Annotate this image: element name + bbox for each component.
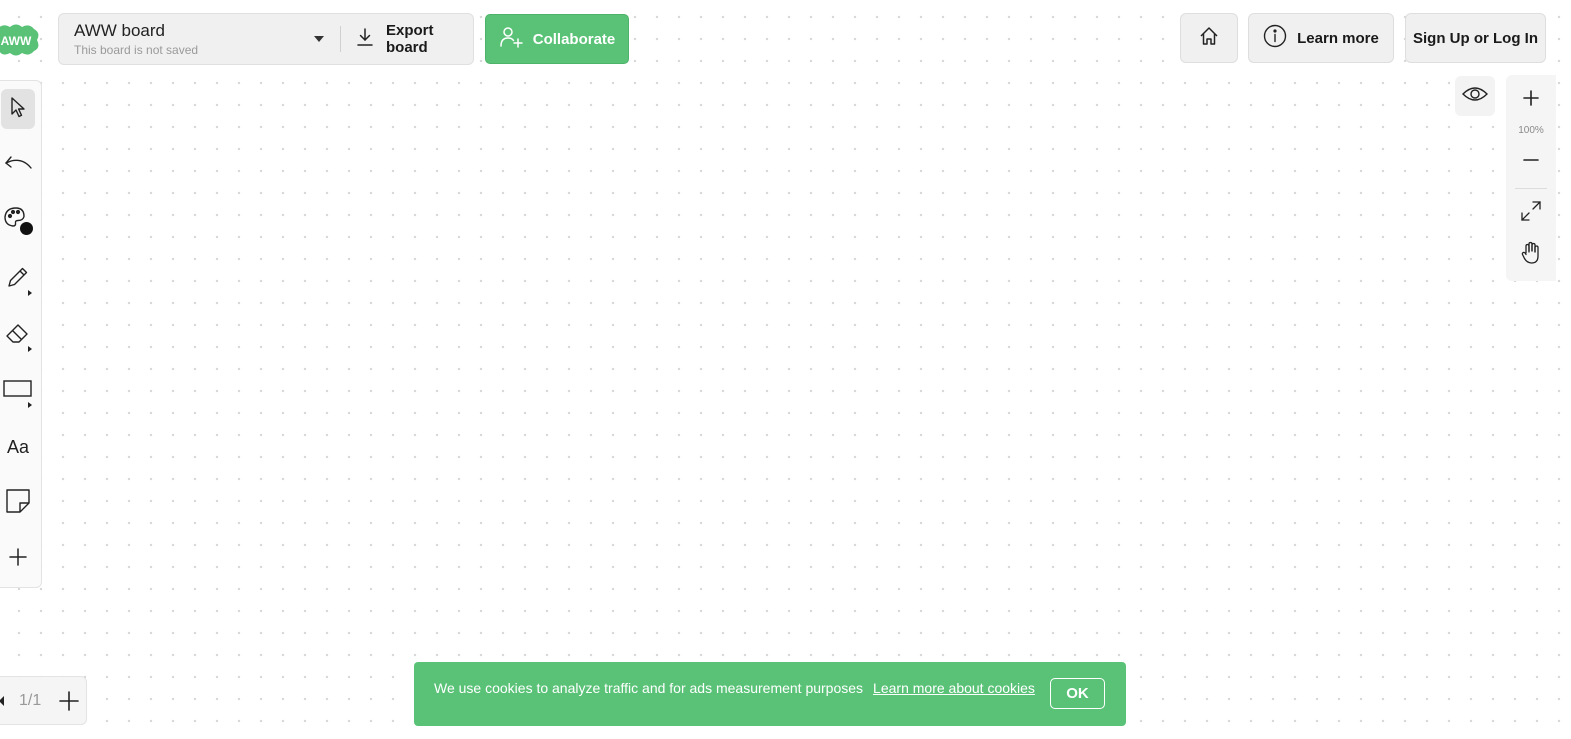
zoom-in-button[interactable] bbox=[1506, 87, 1556, 113]
sticky-note-icon bbox=[6, 488, 30, 518]
pencil-icon bbox=[6, 265, 30, 294]
add-icon bbox=[59, 691, 79, 711]
collaborate-label: Collaborate bbox=[532, 30, 616, 48]
undo-icon bbox=[3, 154, 33, 177]
undo-tool[interactable] bbox=[1, 145, 35, 185]
svg-text:AWW: AWW bbox=[1, 34, 32, 48]
previous-page-icon[interactable] bbox=[0, 696, 4, 706]
cookie-banner: We use cookies to analyze traffic and fo… bbox=[414, 662, 1126, 726]
sign-up-or-log-in-button[interactable]: Sign Up or Log In bbox=[1405, 13, 1546, 63]
add-user-icon bbox=[499, 25, 523, 53]
more-tools-button[interactable] bbox=[1, 539, 35, 579]
info-icon bbox=[1263, 24, 1287, 52]
select-tool[interactable] bbox=[1, 89, 35, 129]
view-mode-button[interactable] bbox=[1455, 76, 1495, 116]
eye-icon bbox=[1462, 85, 1488, 108]
select-icon bbox=[8, 96, 28, 123]
chevron-down-icon[interactable] bbox=[314, 36, 324, 42]
zoom-out-button[interactable] bbox=[1506, 149, 1556, 175]
text-icon: Aa bbox=[6, 436, 30, 457]
pan-tool-button[interactable] bbox=[1506, 241, 1556, 269]
board-name: AWW board bbox=[74, 20, 166, 40]
cookie-ok-button[interactable]: OK bbox=[1050, 678, 1105, 709]
collaborate-button[interactable]: Collaborate bbox=[485, 14, 629, 64]
export-board-label: Export board bbox=[386, 22, 434, 56]
plus-icon bbox=[1522, 89, 1540, 112]
eraser-icon bbox=[5, 322, 31, 349]
page-navigator: 1/1 bbox=[0, 676, 87, 725]
hand-icon bbox=[1520, 241, 1542, 270]
page-counter: 1/1 bbox=[19, 692, 42, 709]
color-tool[interactable] bbox=[1, 203, 35, 243]
home-icon bbox=[1198, 25, 1220, 51]
fit-to-screen-button[interactable] bbox=[1506, 200, 1556, 226]
cookie-learn-more-link[interactable]: Learn more about cookies bbox=[873, 680, 1035, 696]
sticky-note-tool[interactable] bbox=[1, 483, 35, 523]
divider bbox=[1515, 188, 1547, 189]
board-save-status: This board is not saved bbox=[74, 42, 199, 57]
learn-more-button[interactable]: Learn more bbox=[1248, 13, 1394, 63]
text-tool[interactable]: Aa bbox=[1, 427, 35, 467]
submenu-indicator bbox=[28, 402, 32, 408]
palette-icon bbox=[1, 204, 35, 243]
cookie-message: We use cookies to analyze traffic and fo… bbox=[434, 680, 864, 696]
export-board-button[interactable]: Export board bbox=[341, 14, 473, 64]
board-panel: AWW board This board is not saved Export… bbox=[58, 13, 474, 65]
expand-icon bbox=[1520, 200, 1542, 227]
minus-icon bbox=[1522, 151, 1540, 174]
home-button[interactable] bbox=[1180, 13, 1238, 63]
pencil-tool[interactable] bbox=[1, 259, 35, 299]
tool-sidebar: Aa bbox=[0, 80, 42, 588]
rectangle-icon bbox=[3, 379, 33, 403]
zoom-level: 100% bbox=[1518, 124, 1544, 136]
sign-up-label: Sign Up or Log In bbox=[1413, 29, 1538, 47]
shape-tool[interactable] bbox=[1, 371, 35, 411]
aww-logo[interactable]: AWW bbox=[0, 22, 42, 58]
submenu-indicator bbox=[28, 346, 32, 352]
download-icon bbox=[356, 27, 374, 51]
learn-more-label: Learn more bbox=[1297, 29, 1379, 47]
eraser-tool[interactable] bbox=[1, 315, 35, 355]
board-menu[interactable]: AWW board This board is not saved bbox=[59, 14, 340, 64]
submenu-indicator bbox=[28, 290, 32, 296]
add-icon bbox=[8, 547, 28, 572]
add-page-button[interactable] bbox=[57, 689, 81, 713]
zoom-controls: 100% bbox=[1506, 75, 1556, 281]
